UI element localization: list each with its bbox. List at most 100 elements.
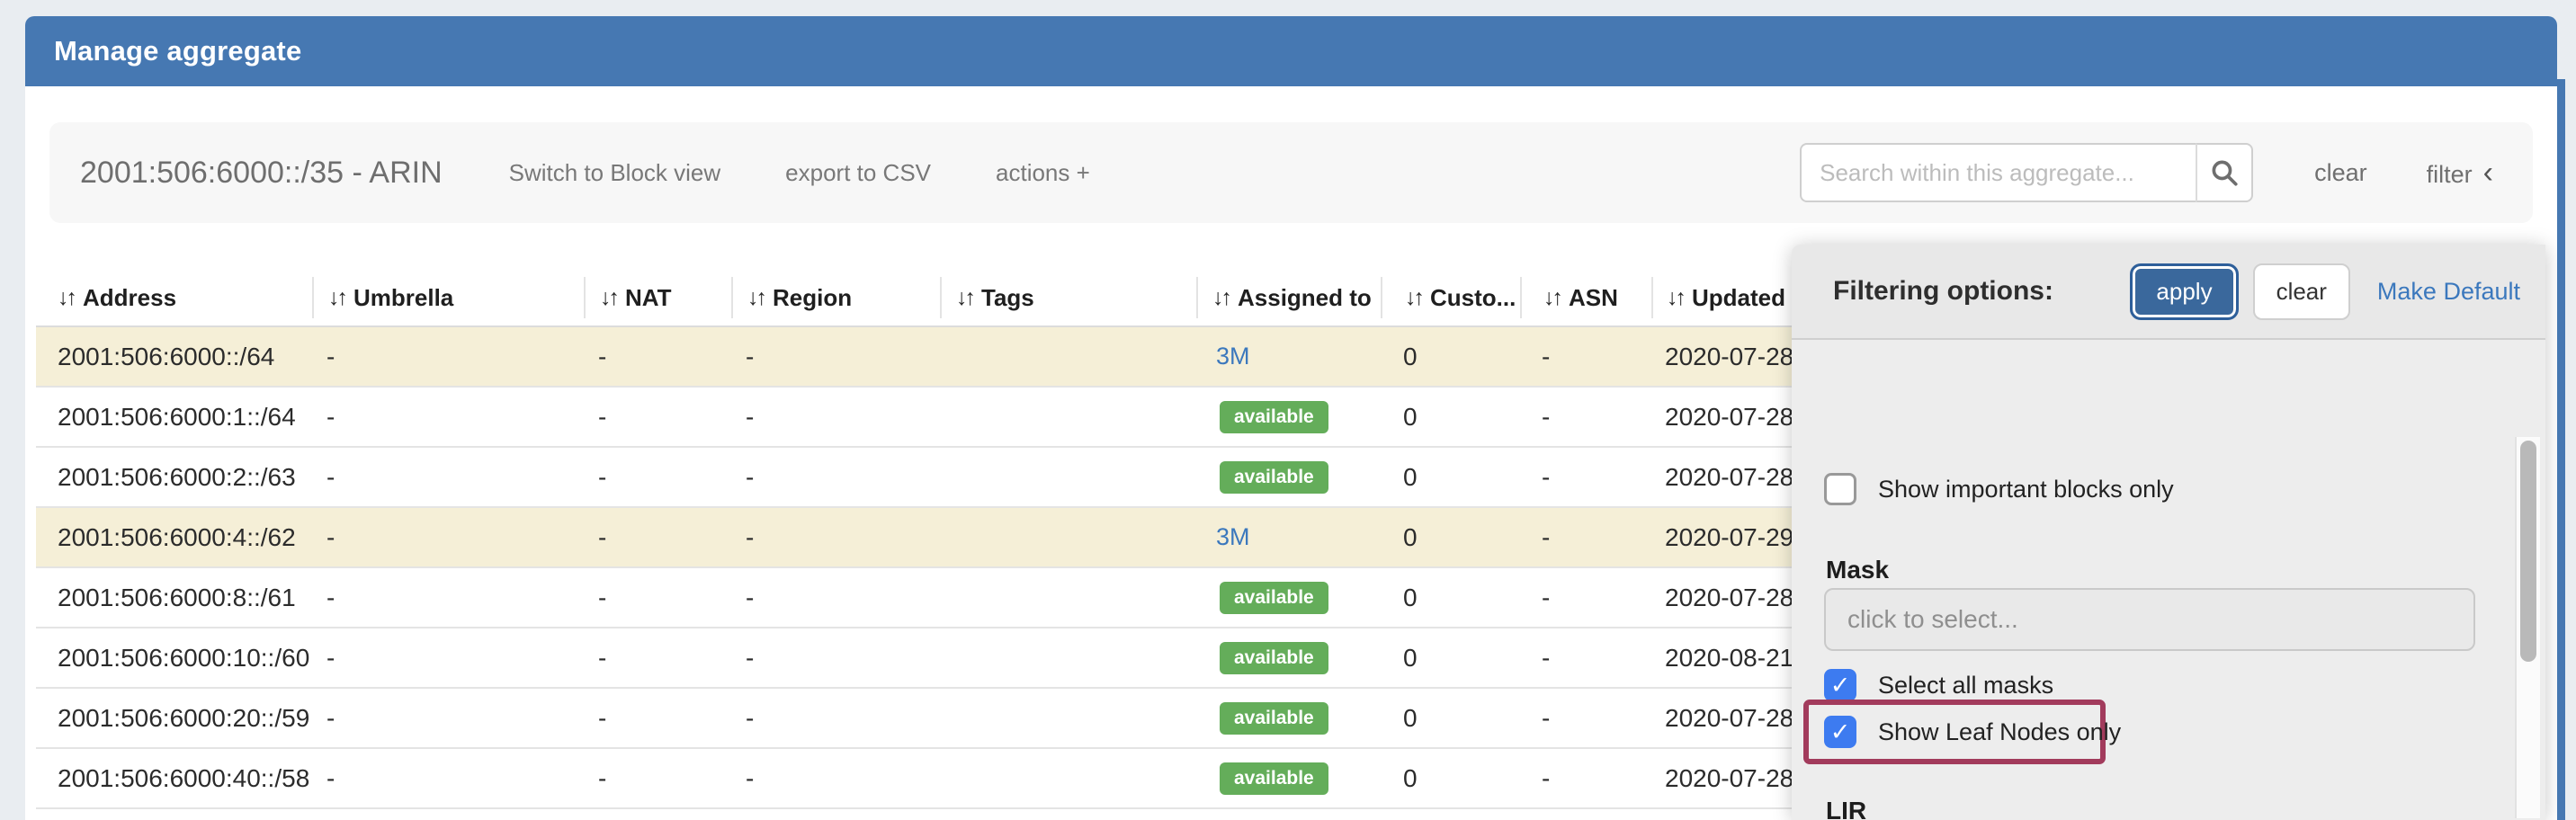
asn-cell: - (1520, 568, 1651, 627)
sort-icon: ↓↑ (1212, 285, 1230, 311)
column-header-address[interactable]: ↓↑Address (36, 277, 312, 318)
available-badge: available (1220, 762, 1328, 795)
sort-icon: ↓↑ (747, 285, 765, 311)
customers-cell: 0 (1381, 388, 1520, 446)
lir-section-label: LIR (1826, 797, 1866, 820)
show-important-blocks-label: Show important blocks only (1878, 476, 2174, 504)
asn-cell: - (1520, 327, 1651, 386)
page-title: Manage aggregate (54, 35, 301, 67)
actions-menu[interactable]: actions + (996, 159, 1090, 187)
column-header-assigned-to[interactable]: ↓↑Assigned to (1196, 277, 1381, 318)
column-header-nat[interactable]: ↓↑NAT (584, 277, 731, 318)
filtering-options-panel: Filtering options: apply clear Make Defa… (1792, 245, 2545, 820)
chevron-left-icon: ‹ (2483, 156, 2493, 190)
umbrella-cell: - (312, 388, 584, 446)
umbrella-cell: - (312, 568, 584, 627)
available-badge: available (1220, 461, 1328, 494)
tags-cell (940, 388, 1196, 446)
umbrella-cell: - (312, 689, 584, 747)
filter-toggle-link[interactable]: filter‹ (2427, 156, 2493, 191)
address-cell: 2001:506:6000::/64 (36, 327, 312, 386)
sort-icon: ↓↑ (956, 285, 973, 311)
region-cell: - (731, 448, 940, 506)
make-default-link[interactable]: Make Default (2377, 278, 2520, 306)
sort-icon: ↓↑ (328, 285, 345, 311)
nat-cell: - (584, 568, 731, 627)
customers-cell: 0 (1381, 448, 1520, 506)
region-cell: - (731, 628, 940, 687)
asn-cell: - (1520, 388, 1651, 446)
address-cell: 2001:506:6000:40::/58 (36, 749, 312, 807)
nat-cell: - (584, 749, 731, 807)
nat-cell: - (584, 448, 731, 506)
mask-section-label: Mask (1826, 556, 1889, 584)
search-button[interactable] (2196, 143, 2253, 202)
region-cell: - (731, 508, 940, 566)
address-cell: 2001:506:6000:10::/60 (36, 628, 312, 687)
sort-icon: ↓↑ (1543, 285, 1561, 311)
asn-cell: - (1520, 448, 1651, 506)
show-leaf-nodes-row: ✓ Show Leaf Nodes only (1824, 716, 2121, 748)
assigned-link[interactable]: 3M (1211, 523, 1250, 551)
tags-cell (940, 749, 1196, 807)
address-cell: 2001:506:6000:1::/64 (36, 388, 312, 446)
region-cell: - (731, 749, 940, 807)
asn-cell: - (1520, 689, 1651, 747)
filter-panel-body: Show important blocks only Mask click to… (1792, 340, 2545, 818)
export-to-csv-link[interactable]: export to CSV (785, 159, 931, 187)
tags-cell (940, 689, 1196, 747)
customers-cell: 0 (1381, 689, 1520, 747)
assigned-to-cell: available (1196, 689, 1381, 747)
clear-button[interactable]: clear (2253, 263, 2350, 320)
panel-scrollbar-thumb[interactable] (2520, 441, 2536, 662)
assigned-to-cell: available (1196, 749, 1381, 807)
region-cell: - (731, 568, 940, 627)
assigned-to-cell: available (1196, 448, 1381, 506)
umbrella-cell: - (312, 448, 584, 506)
available-badge: available (1220, 401, 1328, 433)
panel-scrollbar[interactable] (2515, 437, 2540, 818)
column-header-custo-[interactable]: ↓↑Custo... (1381, 277, 1520, 318)
tags-cell (940, 448, 1196, 506)
mask-select-placeholder: click to select... (1847, 605, 2018, 634)
sort-icon: ↓↑ (58, 285, 75, 311)
assigned-to-cell: available (1196, 568, 1381, 627)
search-input[interactable] (1800, 143, 2196, 202)
mask-select[interactable]: click to select... (1824, 588, 2475, 651)
assigned-to-cell: available (1196, 628, 1381, 687)
umbrella-cell: - (312, 749, 584, 807)
aggregate-toolbar: 2001:506:6000::/35 - ARIN Switch to Bloc… (49, 122, 2533, 223)
nat-cell: - (584, 327, 731, 386)
window-edge-accent (2557, 79, 2565, 820)
switch-to-block-view-link[interactable]: Switch to Block view (509, 159, 721, 187)
umbrella-cell: - (312, 327, 584, 386)
region-cell: - (731, 388, 940, 446)
filter-panel-header: Filtering options: apply clear Make Defa… (1792, 245, 2545, 340)
assigned-to-cell: 3M (1196, 327, 1381, 386)
available-badge: available (1220, 582, 1328, 614)
select-all-masks-checkbox[interactable]: ✓ (1824, 669, 1856, 701)
column-header-umbrella[interactable]: ↓↑Umbrella (312, 277, 584, 318)
umbrella-cell: - (312, 628, 584, 687)
customers-cell: 0 (1381, 749, 1520, 807)
select-all-masks-row: ✓ Select all masks (1824, 669, 2053, 701)
magnifier-icon (2209, 157, 2240, 188)
column-header-asn[interactable]: ↓↑ASN (1520, 277, 1651, 318)
column-header-region[interactable]: ↓↑Region (731, 277, 940, 318)
assigned-to-cell: available (1196, 388, 1381, 446)
show-leaf-nodes-highlight-box: ✓ Show Leaf Nodes only (1803, 700, 2106, 764)
show-important-blocks-checkbox[interactable] (1824, 473, 1856, 505)
asn-cell: - (1520, 508, 1651, 566)
nat-cell: - (584, 689, 731, 747)
show-leaf-nodes-checkbox[interactable]: ✓ (1824, 716, 1856, 748)
apply-button[interactable]: apply (2130, 263, 2238, 320)
asn-cell: - (1520, 749, 1651, 807)
customers-cell: 0 (1381, 508, 1520, 566)
customers-cell: 0 (1381, 327, 1520, 386)
assigned-link[interactable]: 3M (1211, 343, 1250, 370)
column-header-tags[interactable]: ↓↑Tags (940, 277, 1196, 318)
nat-cell: - (584, 508, 731, 566)
clear-search-link[interactable]: clear (2314, 159, 2367, 187)
available-badge: available (1220, 702, 1328, 735)
filter-panel-title: Filtering options: (1833, 276, 2130, 307)
